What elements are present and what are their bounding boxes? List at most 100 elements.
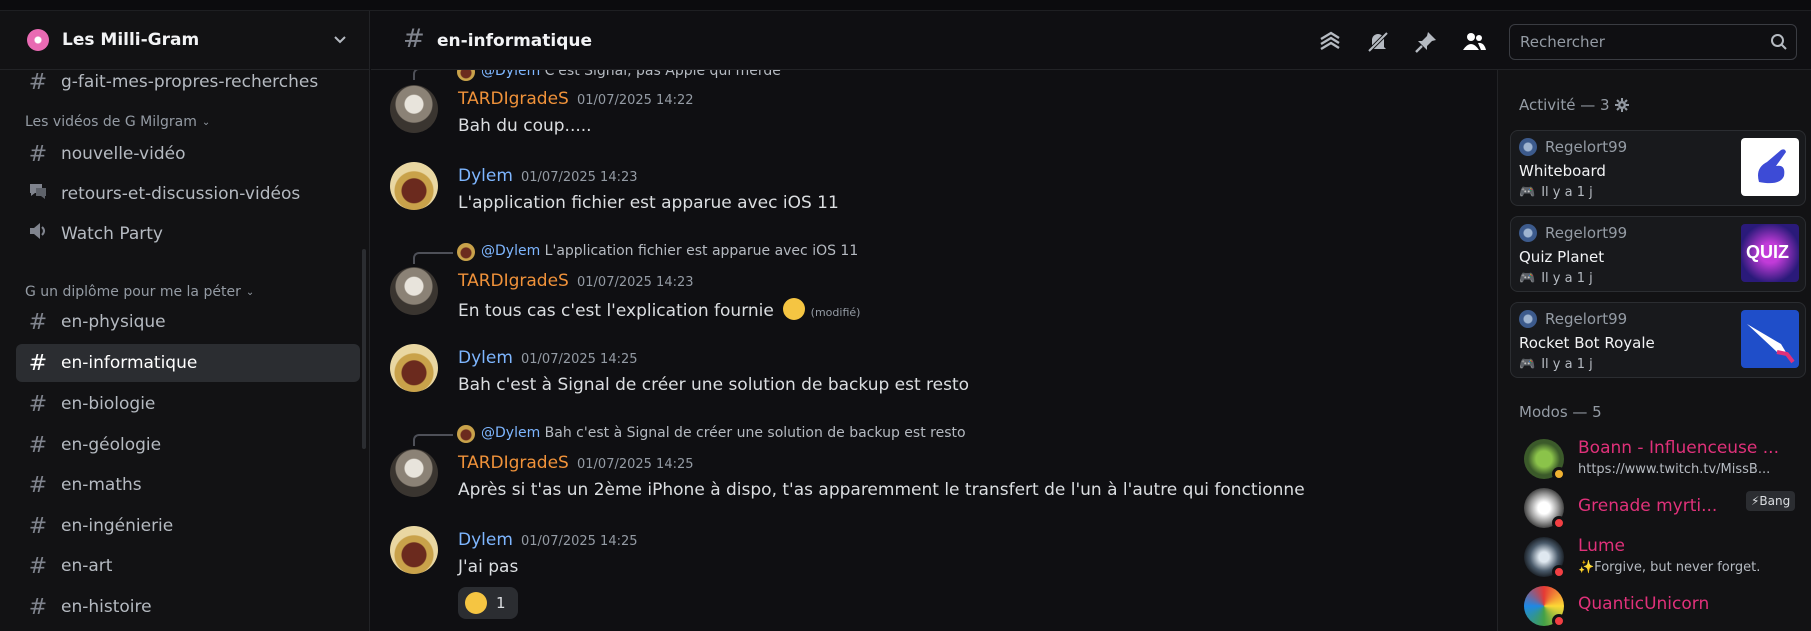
avatar[interactable] bbox=[390, 267, 438, 315]
avatar bbox=[457, 243, 475, 261]
channel-header: # en-informatique bbox=[371, 11, 1811, 70]
activity-section-title: Activité — 3 bbox=[1519, 96, 1629, 114]
whiteboard-thumbnail bbox=[1741, 138, 1799, 196]
message-author[interactable]: Dylem bbox=[458, 348, 513, 368]
avatar bbox=[1519, 138, 1537, 156]
member-item[interactable]: QuanticUnicorn bbox=[1524, 582, 1804, 630]
hash-icon: # bbox=[28, 141, 48, 167]
activity-time-label: Il y a 1 j bbox=[1541, 271, 1593, 286]
activity-card[interactable]: Regelort99 Whiteboard 🎮 Il y a 1 j bbox=[1510, 130, 1806, 206]
chevron-down-icon: ⌄ bbox=[245, 286, 255, 298]
hash-icon: # bbox=[28, 391, 48, 417]
member-item[interactable]: Boann - Influenceuse ... https://www.twi… bbox=[1524, 435, 1804, 483]
message-text-content: En tous cas c'est l'explication fournie bbox=[458, 301, 774, 321]
search-icon[interactable] bbox=[1770, 33, 1788, 51]
sidebar-scrollbar[interactable] bbox=[362, 249, 366, 449]
activity-time: 🎮 Il y a 1 j bbox=[1519, 357, 1593, 372]
activity-title-label: Activité — 3 bbox=[1519, 96, 1610, 114]
message-author[interactable]: TARDIgradeS bbox=[458, 453, 569, 473]
channel-label: en-art bbox=[61, 556, 113, 576]
reply-preview[interactable]: @Dylem L'application fichier est apparue… bbox=[481, 241, 858, 261]
channel-label: en-informatique bbox=[61, 353, 198, 373]
status-dnd-icon bbox=[1552, 565, 1566, 579]
status-idle-icon bbox=[1552, 467, 1566, 481]
message-author[interactable]: TARDIgradeS bbox=[458, 271, 569, 291]
forum-icon bbox=[27, 180, 49, 208]
channel-item[interactable]: # en-biologie bbox=[16, 385, 360, 423]
message-text: En tous cas c'est l'explication fournie … bbox=[458, 298, 860, 321]
activity-time-label: Il y a 1 j bbox=[1541, 185, 1593, 200]
activity-card[interactable]: Regelort99 Rocket Bot Royale 🎮 Il y a 1 j bbox=[1510, 302, 1806, 378]
avatar bbox=[457, 70, 475, 81]
channel-item[interactable]: # nouvelle-vidéo bbox=[16, 135, 360, 173]
channel-label: en-biologie bbox=[61, 394, 156, 414]
hash-icon: # bbox=[28, 472, 48, 498]
message-list: @Dylem C'est Signal, pas Apple qui merde… bbox=[371, 70, 1496, 631]
reply-preview[interactable]: @Dylem C'est Signal, pas Apple qui merde bbox=[481, 70, 781, 81]
member-name: Lume bbox=[1578, 536, 1625, 556]
avatar bbox=[1519, 310, 1537, 328]
message-text: Bah c'est à Signal de créer une solution… bbox=[458, 375, 970, 395]
pin-icon[interactable] bbox=[1413, 29, 1439, 55]
member-list-icon[interactable] bbox=[1461, 29, 1487, 55]
member-sidebar: Activité — 3 Regelort99 Whiteboard 🎮 Il y… bbox=[1497, 70, 1811, 631]
mods-title-label: Modos — 5 bbox=[1519, 403, 1602, 421]
channel-item-active[interactable]: # en-informatique bbox=[16, 344, 360, 382]
channel-item[interactable]: # en-ingénierie bbox=[16, 507, 360, 545]
mods-section-title: Modos — 5 bbox=[1519, 403, 1602, 421]
stage-icon bbox=[27, 220, 49, 248]
forum-channel-item[interactable]: retours-et-discussion-vidéos bbox=[16, 175, 360, 213]
server-header[interactable]: Les Milli-Gram bbox=[0, 11, 369, 70]
channel-title: en-informatique bbox=[437, 31, 593, 51]
reaction-chip[interactable]: 1 bbox=[458, 587, 518, 619]
reply-text: L'application fichier est apparue avec i… bbox=[544, 243, 859, 259]
channel-item[interactable]: # g-fait-mes-propres-recherches bbox=[16, 63, 360, 101]
quiz-planet-thumbnail: QUIZ bbox=[1741, 224, 1799, 282]
channel-item[interactable]: # en-physique bbox=[16, 303, 360, 341]
channel-item[interactable]: # en-art bbox=[16, 547, 360, 585]
activity-user: Regelort99 bbox=[1519, 224, 1627, 242]
activity-game-name: Quiz Planet bbox=[1519, 248, 1605, 266]
avatar[interactable] bbox=[390, 85, 438, 133]
chevron-down-icon[interactable] bbox=[332, 31, 348, 47]
timestamp: 01/07/2025 14:23 bbox=[521, 170, 638, 185]
voice-channel-item[interactable]: Watch Party bbox=[16, 215, 360, 253]
member-status-text: ✨Forgive, but never forget. bbox=[1578, 560, 1761, 575]
message-author[interactable]: Dylem bbox=[458, 530, 513, 550]
hash-icon: # bbox=[403, 24, 425, 54]
gamepad-icon: 🎮 bbox=[1519, 185, 1536, 200]
message-author[interactable]: Dylem bbox=[458, 166, 513, 186]
category-label: Les vidéos de G Milgram bbox=[25, 114, 197, 130]
category-header[interactable]: G un diplôme pour me la péter ⌄ bbox=[25, 284, 254, 300]
activity-time: 🎮 Il y a 1 j bbox=[1519, 185, 1593, 200]
message-author[interactable]: TARDIgradeS bbox=[458, 89, 569, 109]
channel-item[interactable]: # en-géologie bbox=[16, 426, 360, 464]
channel-item[interactable]: # en-histoire bbox=[16, 588, 360, 626]
avatar[interactable] bbox=[390, 449, 438, 497]
status-dnd-icon bbox=[1552, 516, 1566, 530]
shrug-emoji-icon[interactable] bbox=[783, 298, 806, 320]
activity-time-label: Il y a 1 j bbox=[1541, 357, 1593, 372]
avatar[interactable] bbox=[390, 344, 438, 392]
avatar[interactable] bbox=[390, 526, 438, 574]
reply-preview[interactable]: @Dylem Bah c'est à Signal de créer une s… bbox=[481, 423, 966, 443]
reply-author[interactable]: @Dylem bbox=[481, 425, 540, 441]
threads-icon[interactable] bbox=[1317, 29, 1343, 55]
message-text: Après si t'as un 2ème iPhone à dispo, t'… bbox=[458, 480, 1305, 500]
channel-label: en-géologie bbox=[61, 435, 162, 455]
channel-item[interactable]: # en-maths bbox=[16, 466, 360, 504]
discord-window: Les Milli-Gram # g-fait-mes-propres-rech… bbox=[0, 0, 1811, 631]
search-input[interactable] bbox=[1510, 25, 1770, 59]
category-header[interactable]: Les vidéos de G Milgram ⌄ bbox=[25, 114, 210, 130]
member-item[interactable]: Grenade myrti... ⚡Bang bbox=[1524, 484, 1804, 532]
notification-muted-icon[interactable] bbox=[1365, 29, 1391, 55]
gear-icon[interactable] bbox=[1614, 98, 1629, 112]
avatar[interactable] bbox=[390, 162, 438, 210]
member-item[interactable]: Lume ✨Forgive, but never forget. bbox=[1524, 533, 1804, 581]
activity-game-name: Whiteboard bbox=[1519, 162, 1606, 180]
member-status-text: https://www.twitch.tv/MissB... bbox=[1578, 462, 1771, 477]
reply-author[interactable]: @Dylem bbox=[481, 70, 540, 79]
activity-card[interactable]: Regelort99 Quiz Planet 🎮 Il y a 1 j QUIZ bbox=[1510, 216, 1806, 292]
search-box[interactable] bbox=[1509, 24, 1797, 60]
reply-author[interactable]: @Dylem bbox=[481, 243, 540, 259]
